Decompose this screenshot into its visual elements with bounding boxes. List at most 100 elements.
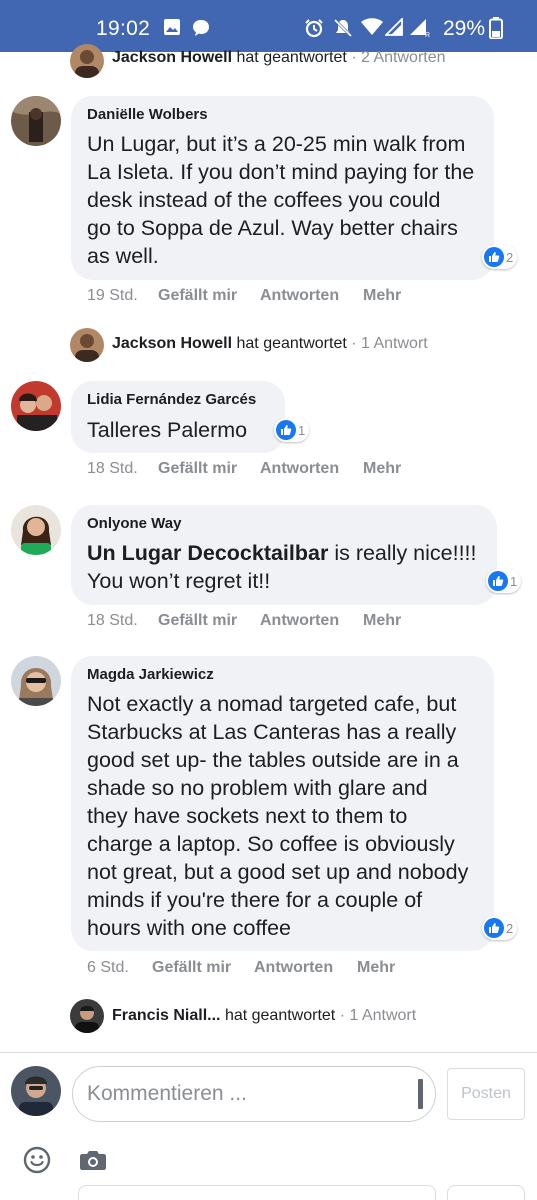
comment-author[interactable]: Lidia Fernández Garcés <box>87 391 256 408</box>
comment-line-rest: is really nice!!!! <box>328 541 477 565</box>
comment-text: Un Lugar Decocktailbar is really nice!!!… <box>87 539 477 595</box>
comment-line: not great, but a good set up and nobody <box>87 860 469 884</box>
thumbs-up-icon <box>488 571 508 591</box>
comment-time: 18 Std. <box>87 612 138 629</box>
reaction-number: 1 <box>298 422 306 438</box>
comment-text: Talleres Palermo <box>87 416 247 444</box>
chat-bubble-icon <box>191 18 211 43</box>
comment-line: La Isleta. If you don’t mind paying for … <box>87 160 475 184</box>
gallery-icon <box>163 18 181 41</box>
svg-text:R: R <box>425 32 430 38</box>
comment-line: charge a laptop. So coffee is obviously <box>87 832 455 856</box>
reply-button[interactable]: Antworten <box>260 287 339 305</box>
reply-action-text: hat geantwortet <box>236 49 347 66</box>
like-button[interactable]: Gefällt mir <box>152 959 231 977</box>
comment-text: Not exactly a nomad targeted cafe, but S… <box>87 690 468 942</box>
comment-meta: 6 Std. Gefällt mir Antworten Mehr <box>87 959 417 979</box>
avatar[interactable] <box>70 999 104 1033</box>
like-button[interactable]: Gefällt mir <box>158 612 237 630</box>
comment-line: they have sockets next to them to <box>87 804 408 828</box>
avatar[interactable] <box>11 656 61 706</box>
comment-input[interactable] <box>87 1079 407 1109</box>
comment-bubble[interactable]: Magda Jarkiewicz Not exactly a nomad tar… <box>71 656 494 951</box>
comment-line: Starbucks at Las Canteras has a really <box>87 720 457 744</box>
comment-meta: 18 Std. Gefällt mir Antworten Mehr <box>87 612 417 632</box>
wifi-icon <box>361 18 383 41</box>
comment-meta: 18 Std. Gefällt mir Antworten Mehr <box>87 460 417 480</box>
reply-button[interactable]: Antworten <box>260 612 339 630</box>
thumbs-up-icon <box>484 247 504 267</box>
tagged-place[interactable]: Un Lugar Decocktailbar <box>87 541 328 565</box>
reply-action-text: hat geantwortet <box>224 1007 336 1024</box>
reply-action-text: hat geantwortet <box>236 335 347 352</box>
signal-roaming-icon: R <box>409 18 431 43</box>
comment-time: 19 Std. <box>87 287 138 304</box>
comment-field[interactable] <box>72 1066 436 1122</box>
avatar[interactable] <box>11 1066 61 1116</box>
thumbs-up-icon <box>484 918 504 938</box>
like-button[interactable]: Gefällt mir <box>158 287 237 305</box>
comment-line: shade so no problem with glare and <box>87 776 428 800</box>
comment-line: as well. <box>87 244 159 268</box>
reply-notice[interactable]: Jackson Howell hat geantwortet · 1 Antwo… <box>112 335 428 353</box>
reply-notice[interactable]: Jackson Howell hat geantwortet · 2 Antwo… <box>112 49 446 67</box>
comment-line: You won’t regret it!! <box>87 569 271 593</box>
smiley-icon[interactable] <box>23 1146 51 1179</box>
reply-count: · 1 Antwort <box>339 1007 417 1024</box>
comment-text: Un Lugar, but it’s a 20-25 min walk from… <box>87 130 474 270</box>
reply-author-name[interactable]: Jackson Howell <box>112 49 232 66</box>
comment-bubble[interactable]: Daniëlle Wolbers Un Lugar, but it’s a 20… <box>71 96 494 280</box>
comment-bubble[interactable]: Lidia Fernández Garcés Talleres Palermo <box>71 381 285 453</box>
status-time: 19:02 <box>96 17 151 40</box>
reaction-number: 2 <box>506 920 514 936</box>
more-button[interactable]: Mehr <box>363 287 401 305</box>
comment-line: Talleres Palermo <box>87 418 248 442</box>
comment-author[interactable]: Daniëlle Wolbers <box>87 106 208 123</box>
alarm-icon <box>304 18 324 43</box>
reply-author-name[interactable]: Jackson Howell <box>112 335 232 352</box>
more-button[interactable]: Mehr <box>363 460 401 478</box>
reply-button[interactable]: Antworten <box>260 460 339 478</box>
avatar[interactable] <box>11 96 61 146</box>
comment-line: Un Lugar, but it’s a 20-25 min walk from <box>87 132 466 156</box>
reply-count: · 1 Antwort <box>351 335 428 352</box>
comment-time: 6 Std. <box>87 959 129 976</box>
reply-count: · 2 Antworten <box>351 49 446 66</box>
comment-time: 18 Std. <box>87 460 138 477</box>
reply-notice[interactable]: Francis Niall... hat geantwortet · 1 Ant… <box>112 1007 416 1025</box>
thumbs-up-icon <box>276 420 296 440</box>
comment-bubble[interactable]: Onlyone Way Un Lugar Decocktailbar is re… <box>71 505 497 605</box>
comment-line: Un Lugar Decocktailbar is really nice!!!… <box>87 539 477 567</box>
text-cursor <box>418 1079 423 1109</box>
comment-line: minds if you're there for a couple of <box>87 888 423 912</box>
post-button[interactable]: Posten <box>447 1068 525 1120</box>
bottom-sheet-edge <box>447 1185 525 1200</box>
reply-button[interactable]: Antworten <box>254 959 333 977</box>
comment-line: Not exactly a nomad targeted cafe, but <box>87 692 457 716</box>
comment-line: hours with one coffee <box>87 916 291 940</box>
comment-author[interactable]: Onlyone Way <box>87 515 181 532</box>
comment-author[interactable]: Magda Jarkiewicz <box>87 666 214 683</box>
avatar[interactable] <box>70 328 104 362</box>
reaction-count[interactable]: 1 <box>486 569 522 593</box>
avatar[interactable] <box>70 44 104 78</box>
comment-meta: 19 Std. Gefällt mir Antworten Mehr <box>87 287 417 307</box>
like-button[interactable]: Gefällt mir <box>158 460 237 478</box>
composer-divider <box>0 1052 537 1053</box>
bottom-sheet-edge <box>78 1185 436 1200</box>
camera-icon[interactable] <box>79 1148 107 1177</box>
comment-line: desk instead of the coffees you could <box>87 188 441 212</box>
reply-author-name[interactable]: Francis Niall... <box>112 1007 220 1024</box>
avatar[interactable] <box>11 381 61 431</box>
reaction-count[interactable]: 1 <box>274 418 310 442</box>
reaction-count[interactable]: 2 <box>482 245 518 269</box>
avatar[interactable] <box>11 505 61 555</box>
mute-icon <box>333 18 353 43</box>
battery-percent: 29% <box>442 17 485 40</box>
reaction-count[interactable]: 2 <box>482 916 518 940</box>
battery-icon <box>489 17 503 44</box>
more-button[interactable]: Mehr <box>357 959 395 977</box>
more-button[interactable]: Mehr <box>363 612 401 630</box>
reaction-number: 1 <box>510 573 518 589</box>
comment-line: good set up- the tables outside are in a <box>87 748 459 772</box>
